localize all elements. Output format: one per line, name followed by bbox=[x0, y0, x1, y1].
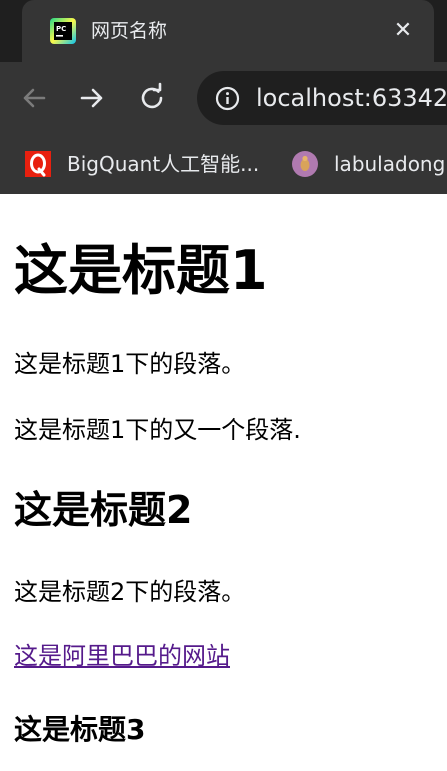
tab-strip-edge bbox=[0, 0, 22, 62]
paragraph-1: 这是标题1下的段落。 bbox=[14, 350, 246, 378]
alibaba-link[interactable]: 这是阿里巴巴的网站 bbox=[14, 640, 230, 672]
heading-2: 这是标题2 bbox=[14, 488, 193, 532]
address-bar[interactable]: localhost:63342/ bbox=[197, 71, 447, 125]
tab-strip: PC 网页名称 ✕ bbox=[0, 0, 447, 62]
heading-3: 这是标题3 bbox=[14, 713, 146, 746]
active-tab[interactable] bbox=[22, 0, 434, 62]
close-icon[interactable]: ✕ bbox=[390, 18, 416, 44]
page-content: 这是标题1 这是标题1下的段落。 这是标题1下的又一个段落. 这是标题2 这是标… bbox=[0, 194, 447, 771]
url-text[interactable]: localhost:63342/ bbox=[256, 82, 447, 114]
bookmark-label: labuladong bbox=[334, 152, 446, 176]
arrow-left-icon[interactable] bbox=[17, 81, 51, 115]
info-icon[interactable] bbox=[214, 85, 241, 112]
toolbar: localhost:63342/ bbox=[0, 62, 447, 134]
bigquant-icon bbox=[24, 150, 52, 178]
paragraph-2: 这是标题1下的又一个段落. bbox=[14, 416, 301, 444]
paragraph-3: 这是标题2下的段落。 bbox=[14, 578, 246, 606]
svg-text:PC: PC bbox=[56, 25, 66, 33]
tab-title: 网页名称 bbox=[91, 20, 168, 42]
heading-1: 这是标题1 bbox=[14, 239, 268, 302]
arrow-right-icon[interactable] bbox=[75, 81, 109, 115]
tab-strip-edge-right bbox=[436, 0, 447, 62]
labuladong-icon bbox=[291, 150, 319, 178]
browser-chrome: PC 网页名称 ✕ localhost:63342/ BigQuant人工智能.… bbox=[0, 0, 447, 194]
bookmarks-bar: BigQuant人工智能... labuladong bbox=[0, 134, 447, 194]
reload-icon[interactable] bbox=[135, 81, 169, 115]
bookmark-label: BigQuant人工智能... bbox=[67, 152, 260, 176]
pycharm-icon: PC bbox=[50, 18, 76, 44]
